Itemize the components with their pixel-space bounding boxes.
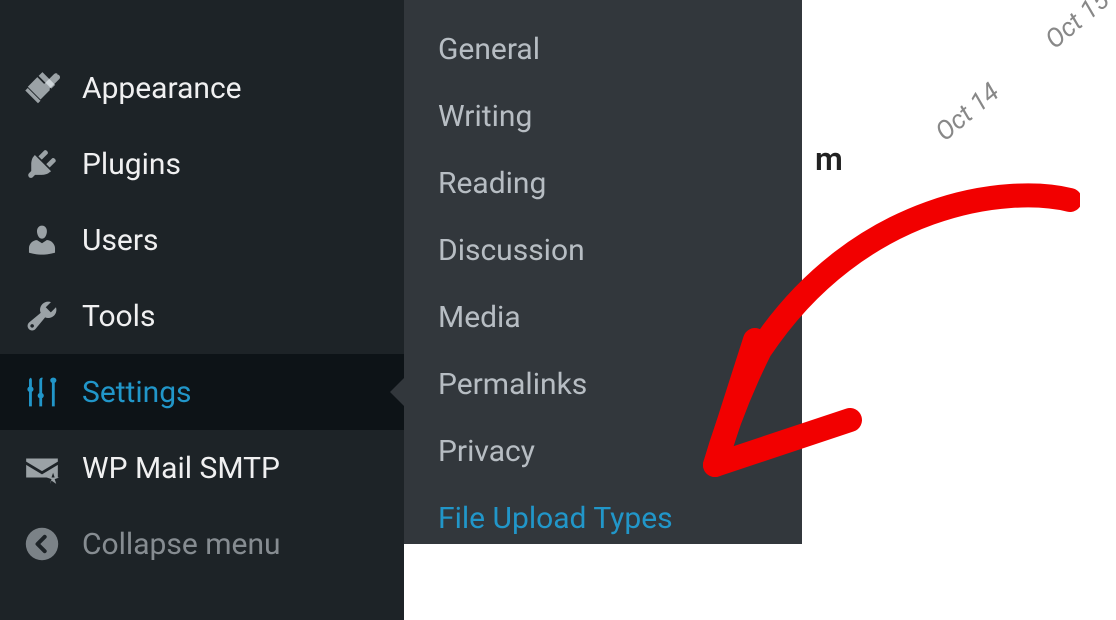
submenu-item-file-upload-types[interactable]: File Upload Types (404, 485, 802, 552)
submenu-item-writing[interactable]: Writing (404, 83, 802, 150)
appearance-icon (22, 68, 62, 108)
settings-icon (22, 372, 62, 412)
sidebar-label: Settings (82, 375, 192, 410)
sidebar-label: Collapse menu (82, 527, 281, 562)
plugins-icon (22, 144, 62, 184)
sidebar-item-collapse[interactable]: Collapse menu (0, 506, 404, 582)
users-icon (22, 220, 62, 260)
sidebar-item-appearance[interactable]: Appearance (0, 50, 404, 126)
date-label: Oct 14 (930, 77, 1006, 147)
collapse-icon (22, 524, 62, 564)
sidebar-item-settings[interactable]: Settings (0, 354, 404, 430)
submenu-item-media[interactable]: Media (404, 284, 802, 351)
sidebar-item-wpmailsmtp[interactable]: WP Mail SMTP (0, 430, 404, 506)
submenu-item-discussion[interactable]: Discussion (404, 217, 802, 284)
date-label: Oct 15 (1040, 0, 1116, 55)
sidebar-item-users[interactable]: Users (0, 202, 404, 278)
sidebar-label: Tools (82, 299, 155, 334)
settings-submenu: General Writing Reading Discussion Media… (404, 0, 802, 544)
sidebar-label: Appearance (82, 71, 242, 106)
sidebar-label: WP Mail SMTP (82, 451, 280, 486)
sidebar-label: Users (82, 223, 159, 258)
submenu-item-reading[interactable]: Reading (404, 150, 802, 217)
admin-sidebar: Appearance Plugins Users Tools Settings … (0, 0, 404, 620)
date-labels: Oct 14 Oct 15 (930, 0, 1116, 148)
submenu-item-permalinks[interactable]: Permalinks (404, 351, 802, 418)
mail-icon (22, 448, 62, 488)
sidebar-item-plugins[interactable]: Plugins (0, 126, 404, 202)
sidebar-label: Plugins (82, 147, 181, 182)
sidebar-item-tools[interactable]: Tools (0, 278, 404, 354)
submenu-item-general[interactable]: General (404, 16, 802, 83)
submenu-item-privacy[interactable]: Privacy (404, 418, 802, 485)
tools-icon (22, 296, 62, 336)
content-partial-text: m (815, 140, 843, 178)
